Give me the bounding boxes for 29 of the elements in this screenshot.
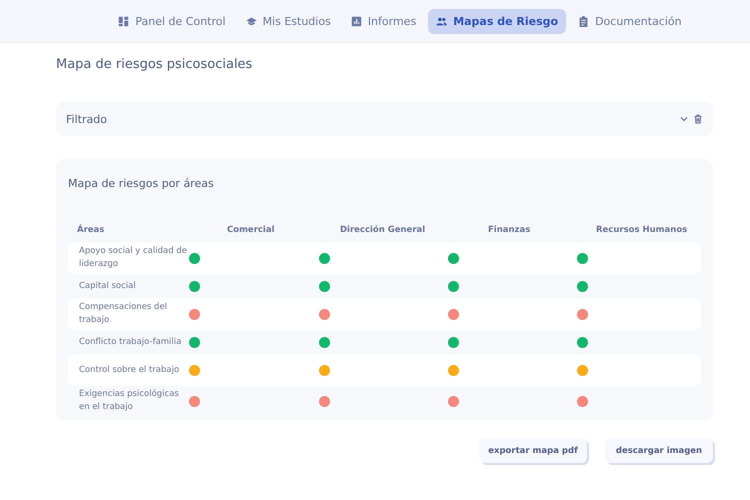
- area-label: Capital social: [79, 280, 136, 292]
- area-label: Conflicto trabajo-familia: [79, 336, 182, 348]
- area-label: Apoyo social y calidad de liderazgo: [79, 245, 188, 271]
- page-title: Mapa de riesgos psicosociales: [56, 57, 252, 72]
- nav-tab[interactable]: Panel de Control: [110, 8, 234, 34]
- column-header: Recursos Humanos: [596, 225, 688, 235]
- clipboard-icon: [578, 16, 590, 26]
- chevron-icon[interactable]: [679, 114, 689, 124]
- column-header: Áreas: [77, 225, 104, 235]
- export-pdf-button[interactable]: exportar mapa pdf: [479, 438, 587, 463]
- filter-panel[interactable]: Filtrado: [56, 102, 713, 136]
- area-label: Exigencias psicológicas en el trabajo: [79, 388, 180, 414]
- card-title: Mapa de riesgos por áreas: [68, 177, 214, 190]
- nav-tab[interactable]: Informes: [342, 8, 424, 34]
- bar-chart-icon: [350, 16, 362, 26]
- column-header: Dirección General: [340, 225, 426, 235]
- download-image-button[interactable]: descargar imagen: [605, 438, 713, 463]
- graduation-cap-icon: [246, 16, 257, 26]
- column-header: Comercial: [227, 225, 274, 235]
- dashboard-icon: [118, 16, 130, 26]
- area-label: Compensaciones del trabajo: [79, 301, 168, 327]
- people-icon: [436, 16, 448, 26]
- column-header: Finanzas: [488, 225, 530, 235]
- nav-tab[interactable]: Mapas de Riesgo: [428, 8, 566, 34]
- nav-tab[interactable]: Mis Estudios: [238, 8, 339, 34]
- filter-label: Filtrado: [66, 112, 108, 126]
- trash-icon[interactable]: [693, 114, 703, 124]
- nav-tab[interactable]: Documentación: [570, 8, 690, 34]
- area-label: Control sobre el trabajo: [79, 364, 180, 376]
